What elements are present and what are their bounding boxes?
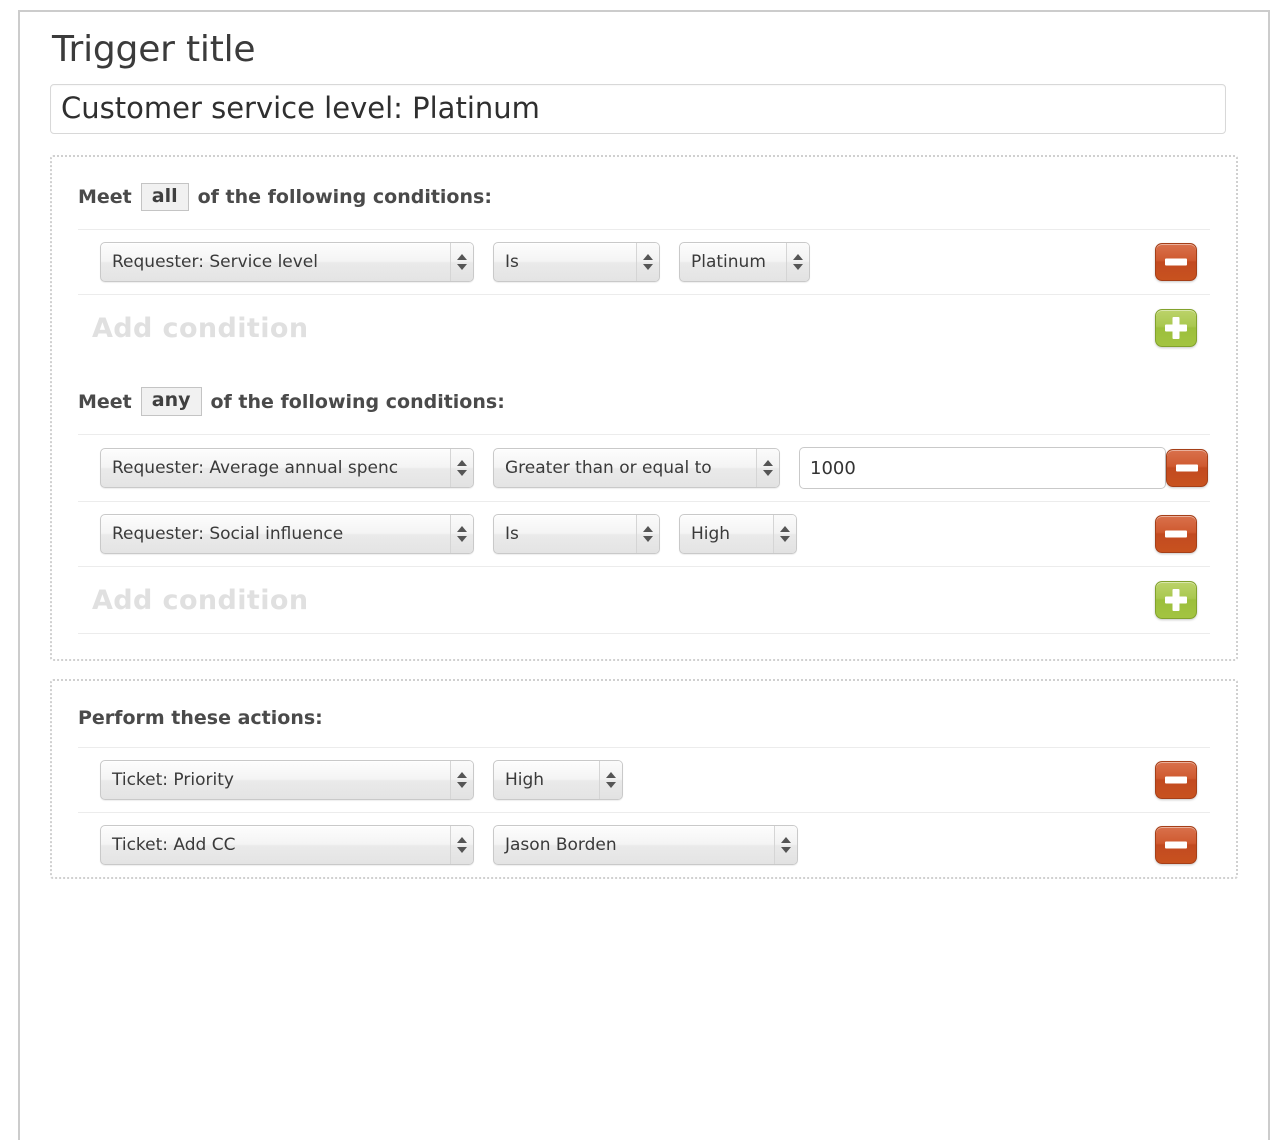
add-condition-button[interactable] xyxy=(1155,309,1197,347)
condition-value: High xyxy=(680,515,773,553)
remove-condition-button[interactable] xyxy=(1166,449,1208,487)
action-value: Jason Borden xyxy=(494,826,774,864)
actions-heading: Perform these actions: xyxy=(78,681,1210,747)
add-condition-row-all[interactable]: Add condition xyxy=(78,294,1210,361)
condition-row: Requester: Service level Is Platinum xyxy=(78,229,1210,294)
condition-field-value: Requester: Service level xyxy=(101,243,450,281)
minus-icon xyxy=(1176,465,1198,472)
remove-action-button[interactable] xyxy=(1155,826,1197,864)
quantifier-any[interactable]: any xyxy=(141,387,202,416)
condition-row: Requester: Social influence Is High xyxy=(78,501,1210,566)
remove-condition-button[interactable] xyxy=(1155,243,1197,281)
plus-icon-vertical xyxy=(1173,589,1180,611)
add-condition-row-any[interactable]: Add condition xyxy=(78,566,1210,633)
updown-arrows-icon xyxy=(450,826,473,864)
meet-word-any: Meet xyxy=(78,391,132,413)
action-row: Ticket: Priority High xyxy=(78,747,1210,812)
updown-arrows-icon xyxy=(450,515,473,553)
condition-operator-value: Is xyxy=(494,515,636,553)
condition-value: Platinum xyxy=(680,243,786,281)
condition-field-select[interactable]: Requester: Service level xyxy=(100,242,474,282)
action-field-value: Ticket: Priority xyxy=(101,761,450,799)
condition-value-input[interactable] xyxy=(799,447,1166,489)
action-field-value: Ticket: Add CC xyxy=(101,826,450,864)
conditions-all-suffix: of the following conditions: xyxy=(198,186,492,208)
minus-icon xyxy=(1165,259,1187,266)
condition-operator-select[interactable]: Is xyxy=(493,242,660,282)
add-condition-label: Add condition xyxy=(78,313,1155,344)
plus-icon-vertical xyxy=(1173,317,1180,339)
actions-panel: Perform these actions: Ticket: Priority … xyxy=(50,679,1238,879)
condition-value-select[interactable]: High xyxy=(679,514,797,554)
updown-arrows-icon xyxy=(636,243,659,281)
trigger-title-input[interactable] xyxy=(50,84,1226,134)
condition-field-value: Requester: Social influence xyxy=(101,515,450,553)
action-field-select[interactable]: Ticket: Add CC xyxy=(100,825,474,865)
conditions-any-suffix: of the following conditions: xyxy=(211,391,505,413)
minus-icon xyxy=(1165,531,1187,538)
action-field-select[interactable]: Ticket: Priority xyxy=(100,760,474,800)
conditions-panel-footer xyxy=(78,633,1210,659)
quantifier-all[interactable]: all xyxy=(141,183,189,212)
page-title: Trigger title xyxy=(52,30,1238,70)
action-value-select[interactable]: Jason Borden xyxy=(493,825,798,865)
updown-arrows-icon xyxy=(774,826,797,864)
meet-word-all: Meet xyxy=(78,186,132,208)
add-condition-label: Add condition xyxy=(78,585,1155,616)
condition-value-select[interactable]: Platinum xyxy=(679,242,810,282)
minus-icon xyxy=(1165,777,1187,784)
updown-arrows-icon xyxy=(450,243,473,281)
condition-row: Requester: Average annual spenc Greater … xyxy=(78,434,1210,501)
trigger-editor-window: Trigger title Meet all of the following … xyxy=(18,10,1270,1140)
remove-action-button[interactable] xyxy=(1155,761,1197,799)
condition-field-select[interactable]: Requester: Average annual spenc xyxy=(100,448,474,488)
conditions-panel: Meet all of the following conditions: Re… xyxy=(50,155,1238,662)
condition-operator-select[interactable]: Greater than or equal to xyxy=(493,448,780,488)
condition-operator-value: Greater than or equal to xyxy=(494,449,756,487)
action-value-select[interactable]: High xyxy=(493,760,623,800)
updown-arrows-icon xyxy=(786,243,809,281)
updown-arrows-icon xyxy=(773,515,796,553)
updown-arrows-icon xyxy=(756,449,779,487)
condition-field-value: Requester: Average annual spenc xyxy=(101,449,450,487)
condition-operator-select[interactable]: Is xyxy=(493,514,660,554)
updown-arrows-icon xyxy=(636,515,659,553)
conditions-any-heading: Meet any of the following conditions: xyxy=(78,361,1210,434)
minus-icon xyxy=(1165,842,1187,849)
condition-operator-value: Is xyxy=(494,243,636,281)
updown-arrows-icon xyxy=(599,761,622,799)
action-value: High xyxy=(494,761,599,799)
remove-condition-button[interactable] xyxy=(1155,515,1197,553)
action-row: Ticket: Add CC Jason Borden xyxy=(78,812,1210,877)
conditions-all-heading: Meet all of the following conditions: xyxy=(78,157,1210,230)
actions-heading-label: Perform these actions: xyxy=(78,707,323,729)
condition-field-select[interactable]: Requester: Social influence xyxy=(100,514,474,554)
updown-arrows-icon xyxy=(450,761,473,799)
add-condition-button[interactable] xyxy=(1155,581,1197,619)
updown-arrows-icon xyxy=(450,449,473,487)
